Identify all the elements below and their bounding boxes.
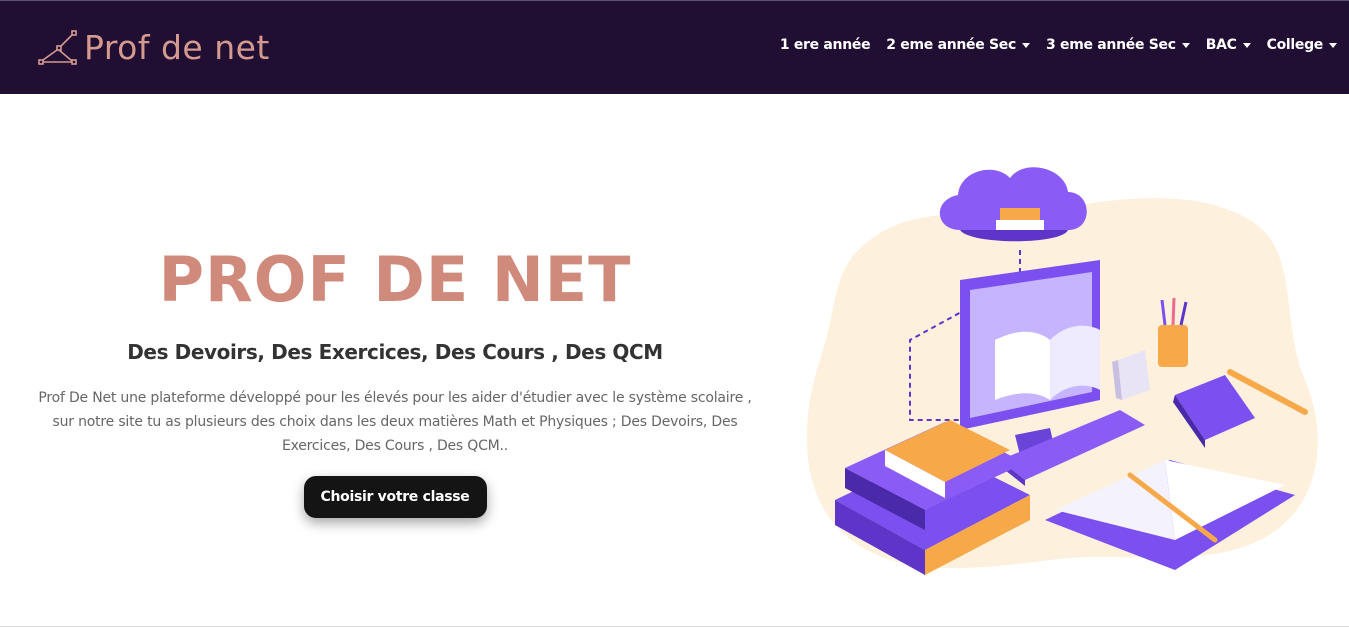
caret-down-icon (1022, 42, 1030, 48)
nav-item-label: 1 ere année (779, 37, 871, 53)
hero-description: Prof De Net une plateforme développé pou… (38, 390, 752, 454)
nav-item-bac[interactable]: BAC (1206, 37, 1251, 53)
pencil-cup-icon (1158, 297, 1188, 367)
nav-item-label: 2 eme année Sec (886, 37, 1016, 53)
nav-item-label: College (1266, 37, 1324, 53)
hero-section: PROF DE NET Des Devoirs, Des Exercices, … (30, 240, 760, 518)
nav-item-2eme-annee-sec[interactable]: 2 eme année Sec (886, 37, 1030, 53)
caret-down-icon (1329, 42, 1337, 48)
nav-item-label: BAC (1205, 37, 1237, 53)
brand-link[interactable]: Prof de net (36, 23, 270, 71)
network-logo-icon (38, 30, 77, 65)
choose-class-button[interactable]: Choisir votre classe (303, 476, 487, 518)
divider (0, 626, 1349, 627)
nav-item-3eme-annee-sec[interactable]: 3 eme année Sec (1046, 37, 1190, 53)
brand-name: Prof de net (84, 27, 270, 67)
cta-wrapper: Choisir votre classe (30, 476, 760, 518)
caret-down-icon (1181, 42, 1190, 48)
hero-title: PROF DE NET (158, 243, 632, 316)
navbar: Prof de net 1 ere année 2 eme année Sec … (0, 0, 1349, 94)
caret-down-icon (1242, 42, 1251, 48)
main-nav: 1 ere année 2 eme année Sec 3 eme année … (780, 37, 1337, 53)
nav-item-college[interactable]: College (1267, 37, 1337, 53)
cloud-icon (939, 167, 1087, 242)
study-illustration (806, 167, 1318, 575)
hero-subtitle: Des Devoirs, Des Exercices, Des Cours , … (127, 340, 663, 364)
nav-item-label: 3 eme année Sec (1046, 37, 1176, 53)
nav-item-1ere-annee[interactable]: 1 ere année (779, 37, 871, 53)
